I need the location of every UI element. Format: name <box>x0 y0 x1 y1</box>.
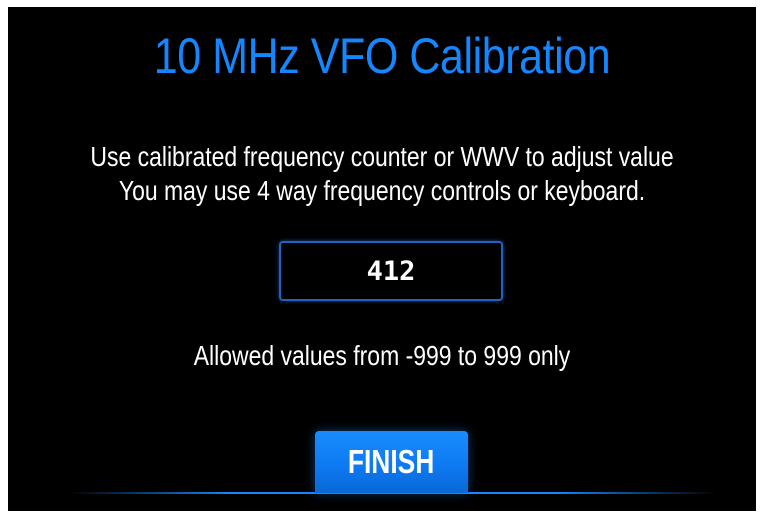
calibration-screen: 10 MHz VFO Calibration Use calibrated fr… <box>8 7 756 511</box>
calibration-value-input[interactable]: 412 <box>279 241 503 301</box>
instruction-line-2: You may use 4 way frequency controls or … <box>118 175 646 206</box>
finish-button[interactable]: FINISH <box>315 431 468 493</box>
page-title: 10 MHz VFO Calibration <box>153 28 611 84</box>
instruction-line-1: Use calibrated frequency counter or WWV … <box>90 141 674 172</box>
finish-button-label: FINISH <box>348 443 435 480</box>
instructions: Use calibrated frequency counter or WWV … <box>8 140 756 208</box>
allowed-range-note: Allowed values from -999 to 999 only <box>193 340 571 371</box>
